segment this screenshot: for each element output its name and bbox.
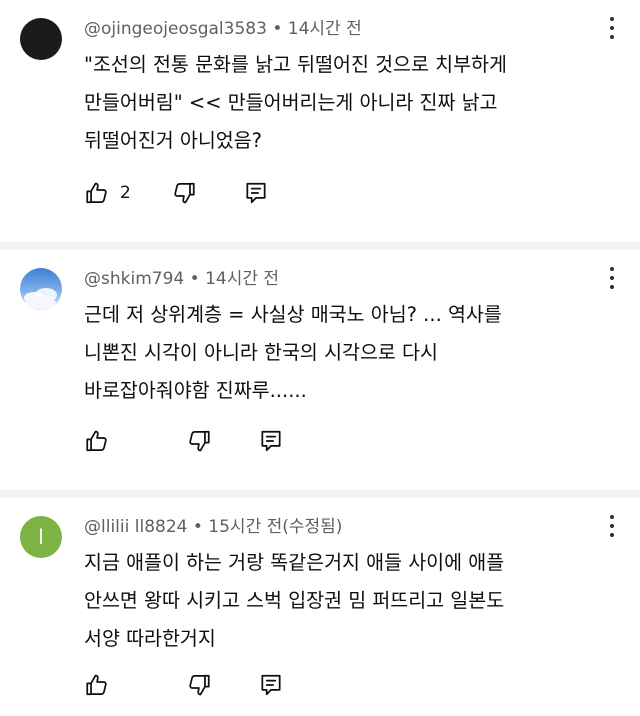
comment-text: 지금 애플이 하는 거랑 똑같은거지 애들 사이에 애플 안쓰면 왕따 시키고 … [84, 544, 614, 658]
comment-actions: 2 [84, 180, 269, 206]
reply-button[interactable] [258, 428, 284, 454]
thumb-up-icon [86, 430, 107, 452]
thumb-down-icon [174, 182, 195, 204]
comment-line: 안쓰면 왕따 시키고 스벅 입장권 밈 퍼뜨리고 일본도 [84, 589, 505, 612]
dislike-button[interactable] [171, 180, 197, 206]
like-count: 2 [120, 183, 131, 203]
avatar[interactable] [20, 18, 62, 60]
comment-line: 니뽄진 시각이 아니라 한국의 시각으로 다시 [84, 341, 438, 364]
comment-text: 근데 저 상위계층 = 사실상 매국노 아님? ... 역사를 니뽄진 시각이 … [84, 296, 614, 410]
comment-divider [0, 490, 640, 498]
meta-separator: • [272, 19, 283, 39]
comment-meta: @llilii ll8824 • 15시간 전(수정됨) [84, 512, 342, 537]
comment-line: "조선의 전통 문화를 낡고 뒤떨어진 것으로 치부하게 [84, 53, 507, 76]
avatar[interactable] [20, 268, 62, 310]
comment-line: 뒤떨어진거 아니었음? [84, 129, 263, 152]
comment-line: 근데 저 상위계층 = 사실상 매국노 아님? ... 역사를 [84, 303, 502, 326]
reply-icon [261, 430, 281, 452]
comment-text: "조선의 전통 문화를 낡고 뒤떨어진 것으로 치부하게 만들어버림" << 만… [84, 46, 614, 160]
thumb-up-icon [86, 674, 107, 696]
thumb-down-icon [189, 430, 210, 452]
comment-divider [0, 242, 640, 250]
timestamp[interactable]: 15시간 전(수정됨) [208, 517, 342, 537]
comment-meta: @shkim794 • 14시간 전 [84, 264, 279, 289]
like-button[interactable] [84, 428, 120, 454]
timestamp[interactable]: 14시간 전 [288, 19, 362, 39]
like-button[interactable] [84, 672, 120, 698]
comment-item: @ojingeojeosgal3583 • 14시간 전 "조선의 전통 문화를… [0, 0, 640, 242]
meta-separator: • [192, 517, 203, 537]
cloud-icon [24, 288, 57, 309]
more-vert-icon[interactable] [604, 512, 620, 540]
comment-item: l @llilii ll8824 • 15시간 전(수정됨) 지금 애플이 하는… [0, 498, 640, 716]
comment-line: 바로잡아줘야함 진짜루...... [84, 379, 307, 402]
comment-meta: @ojingeojeosgal3583 • 14시간 전 [84, 14, 362, 39]
meta-separator: • [189, 269, 200, 289]
reply-icon [246, 182, 266, 204]
username[interactable]: @shkim794 [84, 269, 184, 289]
username[interactable]: @llilii ll8824 [84, 517, 187, 537]
comment-actions [84, 428, 284, 454]
reply-icon [261, 674, 281, 696]
comment-item: @shkim794 • 14시간 전 근데 저 상위계층 = 사실상 매국노 아… [0, 250, 640, 490]
comment-line: 지금 애플이 하는 거랑 똑같은거지 애들 사이에 애플 [84, 551, 505, 574]
reply-button[interactable] [243, 180, 269, 206]
username[interactable]: @ojingeojeosgal3583 [84, 19, 267, 39]
dislike-button[interactable] [186, 428, 212, 454]
comment-list: @ojingeojeosgal3583 • 14시간 전 "조선의 전통 문화를… [0, 0, 640, 716]
more-vert-icon[interactable] [604, 264, 620, 292]
reply-button[interactable] [258, 672, 284, 698]
more-vert-icon[interactable] [604, 14, 620, 42]
avatar[interactable]: l [20, 516, 62, 558]
dislike-button[interactable] [186, 672, 212, 698]
thumb-up-icon [86, 182, 107, 204]
like-button[interactable]: 2 [84, 180, 131, 206]
thumb-down-icon [189, 674, 210, 696]
comment-line: 만들어버림" << 만들어버리는게 아니라 진짜 낡고 [84, 91, 498, 114]
comment-actions [84, 672, 284, 698]
comment-line: 서양 따라한거지 [84, 627, 216, 650]
timestamp[interactable]: 14시간 전 [205, 269, 279, 289]
